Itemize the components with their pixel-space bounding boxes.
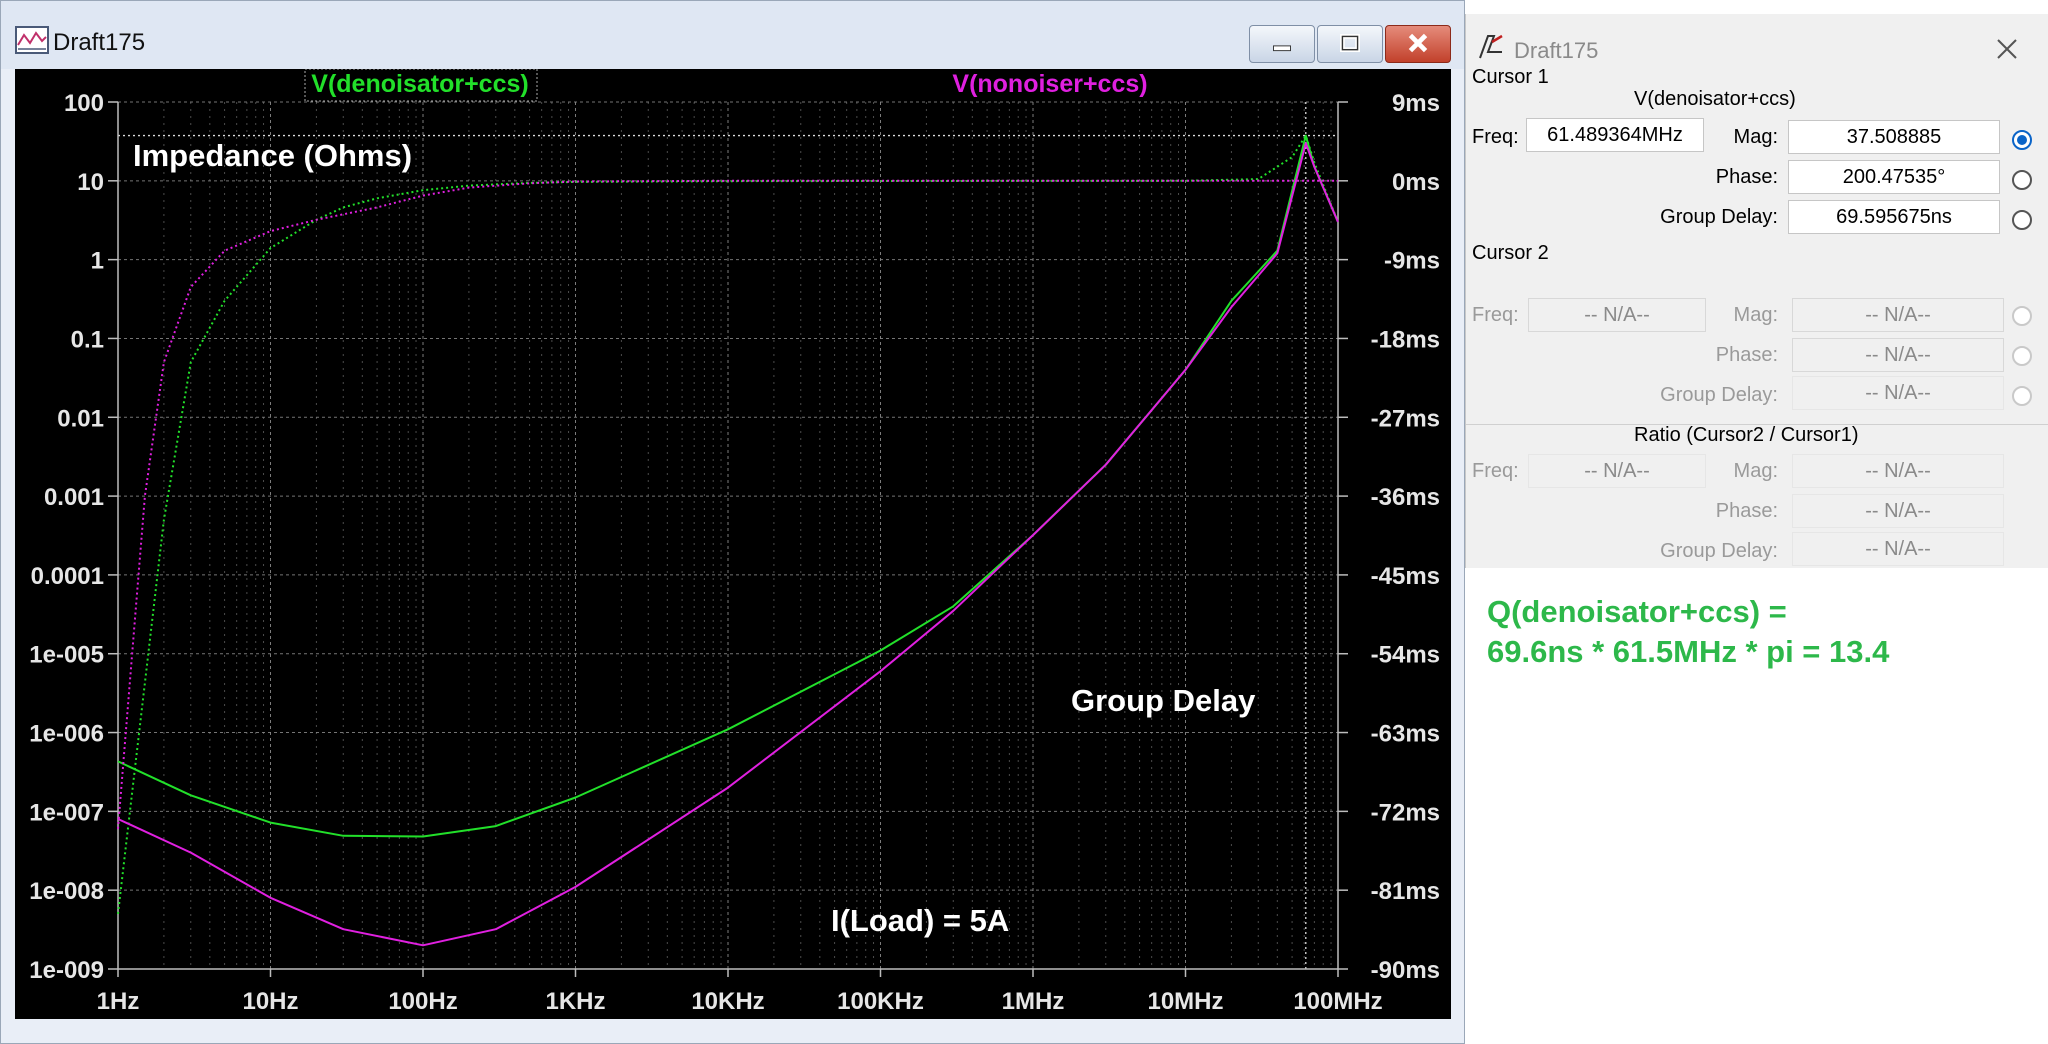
plot-window-title: Draft175: [53, 29, 146, 56]
load-label: I(Load) = 5A: [831, 903, 1009, 938]
q-annotation-line2: 69.6ns * 61.5MHz * pi = 13.4: [1487, 634, 1890, 669]
left-tick-label: 1: [91, 248, 104, 275]
cursor1-phase-label: Phase:: [1715, 166, 1778, 188]
left-tick-label: 1e-008: [29, 878, 104, 905]
cursor2-phase-label: Phase:: [1715, 344, 1778, 366]
ratio-header: Ratio (Cursor2 / Cursor1): [1634, 424, 1859, 446]
cursor1-freq-label: Freq:: [1472, 126, 1519, 148]
minimize-icon: [1273, 45, 1291, 52]
right-tick-label: -81ms: [1371, 878, 1440, 905]
cursor2-freq-field[interactable]: -- N/A--: [1528, 298, 1706, 332]
minimize-button[interactable]: [1249, 25, 1315, 63]
cursor-panel-title: Draft175: [1514, 38, 1599, 63]
left-tick-label: 0.0001: [31, 563, 104, 590]
right-tick-label: -36ms: [1371, 484, 1440, 511]
q-annotation-line1: Q(denoisator+ccs) =: [1487, 594, 1787, 629]
left-tick-label: 1e-007: [29, 799, 104, 826]
cursor2-phase-radio[interactable]: [2012, 346, 2032, 366]
ratio-freq-label: Freq:: [1472, 460, 1519, 482]
cursor1-phase-field[interactable]: 200.47535°: [1788, 160, 2000, 194]
waveform-app-icon: [15, 26, 49, 54]
cursor2-freq-label: Freq:: [1472, 304, 1519, 326]
x-tick-label: 10Hz: [242, 988, 298, 1015]
cursor2-group-delay-field[interactable]: -- N/A--: [1792, 376, 2004, 410]
cursor2-phase-field[interactable]: -- N/A--: [1792, 338, 2004, 372]
x-tick-label: 1KHz: [545, 988, 605, 1015]
group-delay-label: Group Delay: [1071, 683, 1256, 718]
ratio-mag-field: -- N/A--: [1792, 454, 2004, 488]
right-tick-label: -9ms: [1384, 248, 1440, 275]
cursor2-header: Cursor 2: [1472, 242, 1549, 264]
impedance-label: Impedance (Ohms): [133, 138, 412, 173]
cursor1-group-delay-radio[interactable]: [2012, 210, 2032, 230]
ratio-phase-label: Phase:: [1715, 500, 1778, 522]
impedance-group-delay-plot[interactable]: 100 10 1 0.1 0.01 0.001 0.0001 1e-005 1e-006 1e-0…: [15, 69, 1451, 1019]
ratio-group-delay-field: -- N/A--: [1792, 532, 2004, 566]
right-tick-label: -27ms: [1371, 405, 1440, 432]
ratio-group-delay-label: Group Delay:: [1660, 540, 1778, 562]
right-tick-label: 9ms: [1392, 90, 1440, 117]
right-tick-label: -90ms: [1371, 957, 1440, 984]
cursor1-group-delay-label: Group Delay:: [1660, 206, 1778, 228]
cursor1-freq-field[interactable]: 61.489364MHz: [1526, 118, 1704, 152]
close-icon: [1408, 33, 1428, 53]
plot-titlebar[interactable]: Draft175: [1, 1, 1464, 69]
cursor2-group-delay-label: Group Delay:: [1660, 384, 1778, 406]
maximize-button[interactable]: [1317, 25, 1383, 63]
x-tick-label: 100Hz: [388, 988, 457, 1015]
left-tick-label: 100: [64, 90, 104, 117]
x-tick-label: 100KHz: [837, 988, 924, 1015]
cursor2-mag-radio[interactable]: [2012, 306, 2032, 326]
cursor1-mag-field[interactable]: 37.508885: [1788, 120, 2000, 154]
x-tick-label: 1MHz: [1002, 988, 1065, 1015]
right-tick-label: -72ms: [1371, 799, 1440, 826]
left-tick-label: 0.1: [71, 326, 104, 353]
maximize-icon: [1340, 34, 1360, 53]
grid: [117, 101, 1338, 970]
labels: V(denoisator+ccs) V(nonoiser+ccs) Impedanc…: [133, 69, 1256, 938]
right-tick-label: -45ms: [1371, 563, 1440, 590]
cursor2-mag-field[interactable]: -- N/A--: [1792, 298, 2004, 332]
close-icon[interactable]: [1992, 34, 2022, 64]
cursor1-mag-radio[interactable]: [2012, 130, 2032, 150]
cursor2-group-delay-radio[interactable]: [2012, 386, 2032, 406]
right-tick-label: -54ms: [1371, 642, 1440, 669]
cursor2-mag-label: Mag:: [1733, 304, 1778, 326]
legend-nonoiser: V(nonoiser+ccs): [952, 70, 1147, 98]
x-tick-label: 100MHz: [1293, 988, 1382, 1015]
ltspice-logo-icon: [1479, 34, 1503, 59]
cursor1-mag-label: Mag:: [1733, 126, 1778, 148]
cursor1-phase-radio[interactable]: [2012, 170, 2032, 190]
ratio-freq-field: -- N/A--: [1528, 454, 1706, 488]
left-tick-label: 1e-006: [29, 721, 104, 748]
ratio-mag-label: Mag:: [1733, 460, 1778, 482]
q-annotation: Q(denoisator+ccs) = 69.6ns * 61.5MHz * p…: [1487, 592, 1889, 672]
cursor1-group-delay-field[interactable]: 69.595675ns: [1788, 200, 2000, 234]
close-button[interactable]: [1385, 25, 1451, 63]
right-tick-label: 0ms: [1392, 169, 1440, 196]
left-tick-label: 1e-005: [29, 642, 104, 669]
left-tick-label: 10: [77, 169, 104, 196]
ratio-phase-field: -- N/A--: [1792, 494, 2004, 528]
cursor-panel: Draft175 Cursor 1 V(denoisator+ccs) Freq…: [1465, 14, 2048, 568]
cursor1-trace: V(denoisator+ccs): [1634, 88, 1796, 110]
axes: 100 10 1 0.1 0.01 0.001 0.0001 1e-005 1e-006 1e-0…: [29, 90, 1440, 1015]
plot-window: Draft175 100 10 1 0.1 0.01 0.001 0.0001 1e-005 1…: [0, 0, 1465, 1044]
x-tick-label: 10KHz: [691, 988, 764, 1015]
plot-area[interactable]: 100 10 1 0.1 0.01 0.001 0.0001 1e-005 1e-006 1e-0…: [15, 69, 1451, 1019]
right-tick-label: -18ms: [1371, 326, 1440, 353]
x-tick-label: 10MHz: [1147, 988, 1223, 1015]
left-tick-label: 1e-009: [29, 957, 104, 984]
left-tick-label: 0.01: [57, 405, 104, 432]
left-tick-label: 0.001: [44, 484, 104, 511]
right-tick-label: -63ms: [1371, 721, 1440, 748]
cursor1-header: Cursor 1: [1472, 66, 1549, 88]
x-tick-label: 1Hz: [97, 988, 140, 1015]
legend-denoisator: V(denoisator+ccs): [311, 70, 528, 98]
